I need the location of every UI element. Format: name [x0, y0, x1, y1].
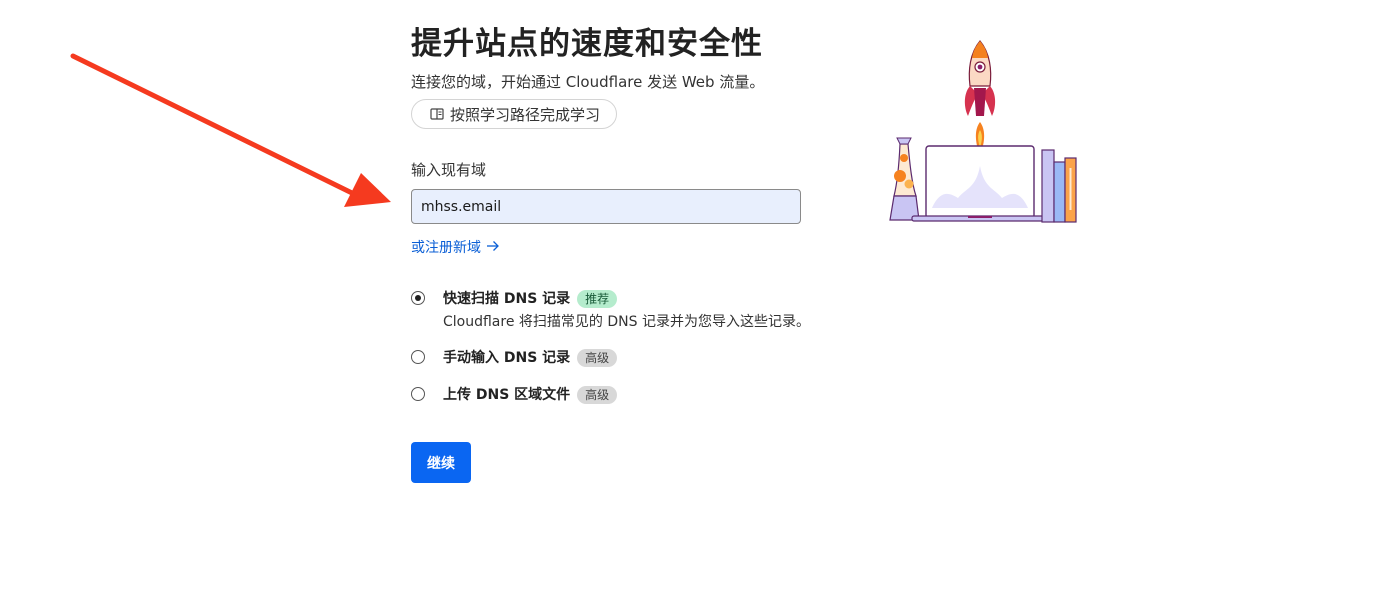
page: 提升站点的速度和安全性 连接您的域，开始通过 Cloudflare 发送 Web…	[0, 0, 1380, 595]
learning-path-button[interactable]: 按照学习路径完成学习	[411, 99, 618, 129]
rocket-laptop-illustration	[889, 40, 1077, 223]
lava-lamp-icon	[889, 137, 920, 221]
page-subtitle: 连接您的域，开始通过 Cloudflare 发送 Web 流量。	[411, 73, 765, 91]
laptop-icon	[911, 145, 1049, 222]
arrow-right-icon	[486, 239, 500, 257]
books-icon	[1041, 149, 1077, 223]
book-icon	[430, 108, 444, 120]
radio-upload-zone[interactable]	[411, 387, 425, 401]
continue-button[interactable]: 继续	[411, 442, 471, 483]
register-domain-label: 或注册新域	[411, 240, 481, 256]
radio-quick-scan[interactable]	[411, 291, 425, 305]
domain-input[interactable]	[411, 189, 801, 224]
main-content: 提升站点的速度和安全性 连接您的域，开始通过 Cloudflare 发送 Web…	[411, 22, 881, 483]
advanced-badge: 高级	[577, 386, 618, 404]
radio-manual-entry[interactable]	[411, 350, 425, 364]
annotation-arrow-icon	[70, 53, 391, 207]
option-quick-scan[interactable]: 快速扫描 DNS 记录 推荐 Cloudflare 将扫描常见的 DNS 记录并…	[411, 290, 881, 331]
register-domain-link[interactable]: 或注册新域	[411, 239, 500, 257]
domain-label: 输入现有域	[411, 161, 487, 179]
learning-path-label: 按照学习路径完成学习	[450, 105, 601, 124]
dns-options: 快速扫描 DNS 记录 推荐 Cloudflare 将扫描常见的 DNS 记录并…	[411, 290, 881, 404]
option-quick-scan-title: 快速扫描 DNS 记录	[443, 291, 571, 307]
rocket-icon	[964, 40, 996, 156]
option-upload-zone-title: 上传 DNS 区域文件	[443, 387, 571, 403]
option-upload-zone[interactable]: 上传 DNS 区域文件 高级	[411, 386, 881, 404]
advanced-badge: 高级	[577, 349, 618, 367]
recommended-badge: 推荐	[577, 290, 618, 308]
option-manual-entry[interactable]: 手动输入 DNS 记录 高级	[411, 349, 881, 367]
option-quick-scan-description: Cloudflare 将扫描常见的 DNS 记录并为您导入这些记录。	[443, 314, 810, 330]
option-manual-entry-title: 手动输入 DNS 记录	[443, 350, 571, 366]
page-title: 提升站点的速度和安全性	[411, 26, 763, 62]
